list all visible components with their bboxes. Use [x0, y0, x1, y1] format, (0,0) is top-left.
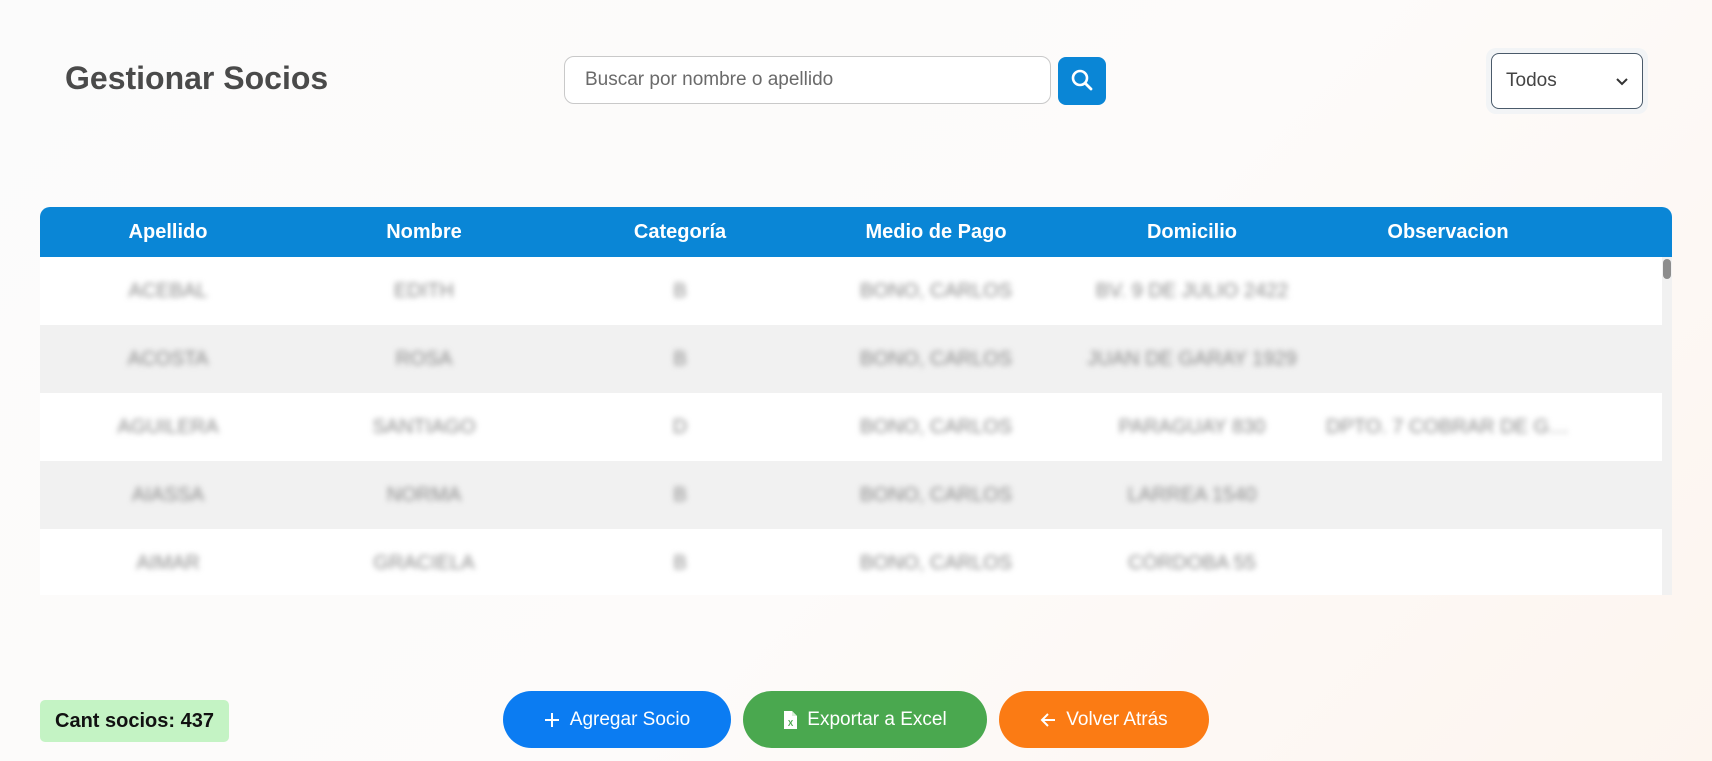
cell-nombre: NORMA	[386, 483, 462, 506]
cell-medio-de-pago: BONO, CARLOS	[859, 279, 1013, 302]
cell-categoria: D	[672, 415, 688, 438]
cell-nombre: ROSA	[395, 347, 453, 370]
cell-medio-de-pago: BONO, CARLOS	[859, 483, 1013, 506]
cell-categoria: B	[673, 347, 687, 370]
column-header-categoria[interactable]: Categoría	[552, 221, 808, 244]
chevron-down-icon	[1616, 70, 1628, 92]
cell-apellido: AGUILERA	[117, 415, 219, 438]
cell-domicilio: PARAGUAY 830	[1118, 415, 1266, 438]
search-button[interactable]	[1058, 57, 1106, 105]
add-member-label: Agregar Socio	[569, 708, 691, 730]
cell-domicilio: JUAN DE GARAY 1929	[1087, 347, 1297, 370]
cell-nombre: SANTIAGO	[372, 415, 476, 438]
filter-select[interactable]: Todos	[1491, 53, 1643, 109]
export-excel-button[interactable]: X Exportar a Excel	[743, 691, 987, 748]
add-member-button[interactable]: Agregar Socio	[503, 691, 731, 748]
cell-medio-de-pago: BONO, CARLOS	[859, 347, 1013, 370]
table-scrollbar[interactable]	[1662, 257, 1672, 595]
cell-medio-de-pago: BONO, CARLOS	[859, 551, 1013, 574]
go-back-label: Volver Atrás	[1066, 708, 1168, 730]
page-title: Gestionar Socios	[65, 60, 329, 96]
cell-apellido: AIMAR	[136, 551, 200, 574]
table-row[interactable]: AIASSA NORMA B BONO, CARLOS LARREA 1540	[40, 461, 1662, 529]
go-back-button[interactable]: Volver Atrás	[999, 691, 1209, 748]
export-excel-label: Exportar a Excel	[807, 708, 947, 730]
cell-domicilio: CÓRDOBA 55	[1128, 551, 1256, 574]
table-row[interactable]: ACOSTA ROSA B BONO, CARLOS JUAN DE GARAY…	[40, 325, 1662, 393]
cell-apellido: ACEBAL	[128, 279, 208, 302]
arrow-left-icon	[1040, 712, 1056, 728]
search-input[interactable]	[564, 56, 1051, 104]
cell-nombre: GRACIELA	[373, 551, 475, 574]
plus-icon	[544, 712, 560, 728]
svg-text:X: X	[788, 719, 794, 728]
table-row[interactable]: ACEBAL EDITH B BONO, CARLOS BV. 9 DE JUL…	[40, 257, 1662, 325]
cell-categoria: B	[673, 279, 687, 302]
cell-categoria: B	[673, 483, 687, 506]
cell-apellido: ACOSTA	[127, 347, 209, 370]
filter-container: Todos	[1486, 48, 1648, 114]
cell-observacion: DPTO. 7 COBRAR DE GI...	[1326, 415, 1572, 438]
column-header-domicilio[interactable]: Domicilio	[1064, 221, 1320, 244]
cell-categoria: B	[673, 551, 687, 574]
table-header: Apellido Nombre Categoría Medio de Pago …	[40, 207, 1672, 257]
table-body[interactable]: ACEBAL EDITH B BONO, CARLOS BV. 9 DE JUL…	[40, 257, 1672, 595]
column-header-nombre[interactable]: Nombre	[296, 221, 552, 244]
members-table: Apellido Nombre Categoría Medio de Pago …	[40, 207, 1672, 595]
column-header-medio-de-pago[interactable]: Medio de Pago	[808, 221, 1064, 244]
member-count-badge: Cant socios: 437	[40, 700, 229, 742]
cell-medio-de-pago: BONO, CARLOS	[859, 415, 1013, 438]
column-header-apellido[interactable]: Apellido	[40, 221, 296, 244]
table-row[interactable]: AIMAR GRACIELA B BONO, CARLOS CÓRDOBA 55	[40, 529, 1662, 595]
filter-selected-value: Todos	[1506, 70, 1557, 91]
cell-domicilio: BV. 9 DE JULIO 2422	[1095, 279, 1289, 302]
cell-apellido: AIASSA	[131, 483, 205, 506]
cell-nombre: EDITH	[394, 279, 454, 302]
excel-file-icon: X	[783, 710, 798, 729]
column-header-observacion[interactable]: Observacion	[1320, 221, 1576, 244]
cell-domicilio: LARREA 1540	[1127, 483, 1257, 506]
scrollbar-thumb[interactable]	[1663, 259, 1671, 279]
table-row[interactable]: AGUILERA SANTIAGO D BONO, CARLOS PARAGUA…	[40, 393, 1662, 461]
search-icon	[1070, 68, 1094, 95]
